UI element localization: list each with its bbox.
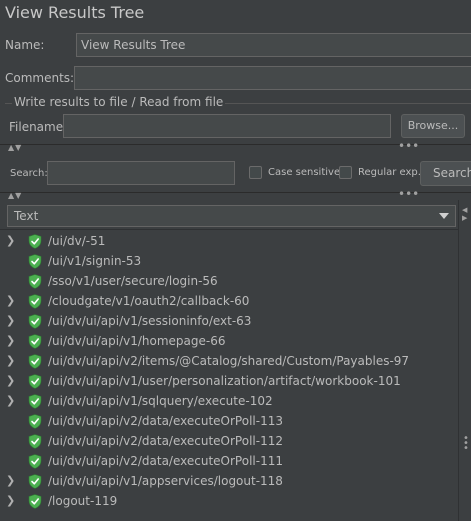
tree-row[interactable]: ❯ /ui/dv/ui/api/v2/items/@Catalog/shared/… — [0, 352, 458, 372]
tree-row[interactable]: /ui/dv/ui/api/v2/data/executeOrPoll-113 — [0, 412, 458, 432]
chevron-right-icon[interactable]: ❯ — [6, 354, 15, 367]
chevron-right-icon[interactable]: ❯ — [6, 374, 15, 387]
renderer-selected-value: Text — [14, 209, 39, 223]
shield-check-icon — [28, 494, 42, 509]
vertical-splitter[interactable]: ◀ ▶ • • • — [458, 200, 471, 521]
drag-handle-icon[interactable]: ••• — [398, 139, 419, 153]
shield-check-icon — [28, 314, 42, 329]
drag-handle-icon[interactable]: ••• — [463, 434, 469, 454]
tree-item-label: /ui/dv/ui/api/v1/user/personalization/ar… — [48, 374, 401, 388]
collapse-arrows-icon[interactable]: ◀ ▶ — [462, 206, 467, 222]
tree-item-label: /ui/dv/ui/api/v2/data/executeOrPoll-111 — [48, 454, 283, 468]
shield-check-icon — [28, 374, 42, 389]
shield-check-icon — [28, 414, 42, 429]
tree-item-label: /ui/dv/ui/api/v1/sqlquery/execute-102 — [48, 394, 273, 408]
shield-check-icon — [28, 274, 42, 289]
tree-row[interactable]: /sso/v1/user/secure/login-56 — [0, 272, 458, 292]
file-group-title: Write results to file / Read from file — [12, 95, 226, 109]
tree-item-label: /ui/dv/-51 — [48, 234, 106, 248]
name-label: Name: — [5, 38, 45, 52]
chevron-right-icon[interactable]: ❯ — [6, 474, 15, 487]
tree-row[interactable]: ❯ /ui/dv/ui/api/v1/user/personalization/a… — [0, 372, 458, 392]
case-sensitive-label: Case sensitive — [268, 167, 341, 178]
regex-label: Regular exp. — [358, 167, 421, 178]
shield-check-icon — [28, 474, 42, 489]
splitter-top[interactable]: ▲▼ ••• — [0, 139, 471, 154]
shield-check-icon — [28, 254, 42, 269]
results-tree[interactable]: ❯ /ui/dv/-51/ui/v1/signin-53/sso/v1/user/… — [0, 229, 458, 521]
shield-check-icon — [28, 434, 42, 449]
shield-check-icon — [28, 454, 42, 469]
tree-row[interactable]: ❯ /ui/dv/ui/api/v1/appservices/logout-118 — [0, 472, 458, 492]
search-button[interactable]: Search — [420, 161, 471, 186]
case-sensitive-checkbox[interactable] — [249, 166, 262, 179]
tree-item-label: /ui/dv/ui/api/v1/homepage-66 — [48, 334, 226, 348]
panel-title: View Results Tree — [5, 3, 145, 22]
chevron-right-icon[interactable]: ❯ — [6, 294, 15, 307]
search-label: Search: — [10, 168, 48, 179]
filename-label: Filename — [9, 120, 64, 134]
tree-item-label: /ui/dv/ui/api/v1/appservices/logout-118 — [48, 474, 283, 488]
comments-label: Comments: — [5, 71, 75, 85]
tree-item-label: /cloudgate/v1/oauth2/callback-60 — [48, 294, 250, 308]
tree-item-label: /logout-119 — [48, 494, 118, 508]
chevron-right-icon[interactable]: ❯ — [6, 394, 15, 407]
tree-item-label: /ui/v1/signin-53 — [48, 254, 142, 268]
tree-row[interactable]: ❯ /logout-119 — [0, 492, 458, 512]
splitter-middle[interactable]: ▲▼ ••• — [0, 187, 471, 202]
tree-item-label: /ui/dv/ui/api/v1/sessioninfo/ext-63 — [48, 314, 252, 328]
tree-row[interactable]: ❯ /ui/dv/-51 — [0, 232, 458, 252]
tree-row[interactable]: ❯ /ui/dv/ui/api/v1/homepage-66 — [0, 332, 458, 352]
tree-item-label: /sso/v1/user/secure/login-56 — [48, 274, 218, 288]
drag-handle-icon[interactable]: ••• — [398, 187, 419, 201]
regex-checkbox[interactable] — [339, 166, 352, 179]
tree-item-label: /ui/dv/ui/api/v2/items/@Catalog/shared/C… — [48, 354, 410, 368]
chevron-down-icon[interactable] — [439, 213, 449, 219]
collapse-arrows-icon[interactable]: ▲▼ — [8, 191, 22, 200]
tree-row[interactable]: ❯ /ui/dv/ui/api/v1/sqlquery/execute-102 — [0, 392, 458, 412]
comments-field[interactable] — [74, 66, 471, 90]
tree-item-label: /ui/dv/ui/api/v2/data/executeOrPoll-113 — [48, 414, 283, 428]
shield-check-icon — [28, 354, 42, 369]
chevron-right-icon[interactable]: ❯ — [6, 494, 15, 507]
collapse-arrows-icon[interactable]: ▲▼ — [8, 143, 22, 152]
tree-row[interactable]: /ui/dv/ui/api/v2/data/executeOrPoll-112 — [0, 432, 458, 452]
name-field[interactable] — [76, 33, 471, 57]
chevron-right-icon[interactable]: ❯ — [6, 334, 15, 347]
tree-item-label: /ui/dv/ui/api/v2/data/executeOrPoll-112 — [48, 434, 283, 448]
tree-row[interactable]: ❯ /cloudgate/v1/oauth2/callback-60 — [0, 292, 458, 312]
filename-field[interactable] — [63, 114, 391, 138]
browse-button[interactable]: Browse... — [401, 114, 465, 138]
shield-check-icon — [28, 234, 42, 249]
tree-row[interactable]: /ui/dv/ui/api/v2/data/executeOrPoll-111 — [0, 452, 458, 472]
chevron-right-icon[interactable]: ❯ — [6, 314, 15, 327]
tree-row[interactable]: /ui/v1/signin-53 — [0, 252, 458, 272]
renderer-select[interactable]: Text — [7, 205, 456, 227]
search-input[interactable] — [47, 161, 235, 185]
view-results-tree-panel: View Results Tree Name: Comments: Write … — [0, 0, 471, 521]
shield-check-icon — [28, 334, 42, 349]
chevron-right-icon[interactable]: ❯ — [6, 234, 15, 247]
shield-check-icon — [28, 394, 42, 409]
shield-check-icon — [28, 294, 42, 309]
tree-row[interactable]: ❯ /ui/dv/ui/api/v1/sessioninfo/ext-63 — [0, 312, 458, 332]
